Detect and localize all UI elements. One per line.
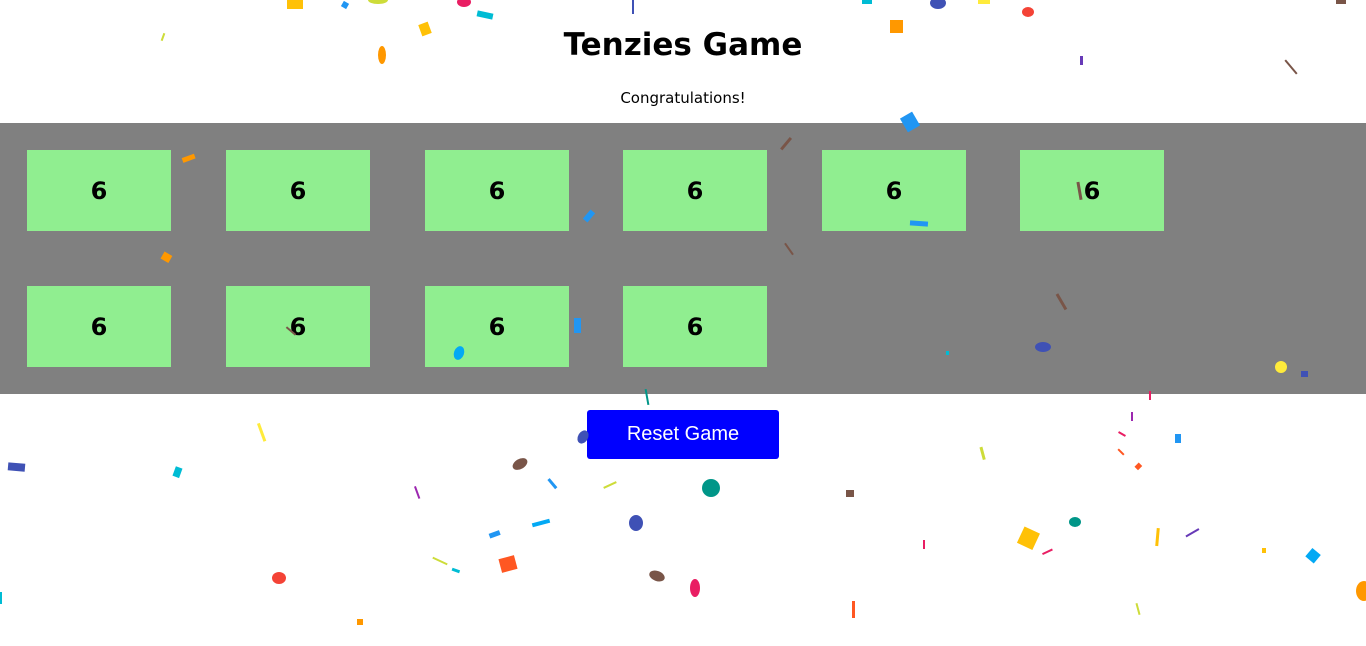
confetti-piece xyxy=(531,518,551,528)
confetti-piece xyxy=(0,592,2,604)
die-7[interactable]: 6 xyxy=(27,286,171,367)
confetti-piece xyxy=(923,540,925,549)
confetti-piece xyxy=(1305,547,1321,564)
confetti-piece xyxy=(979,446,986,461)
confetti-piece xyxy=(1134,462,1143,471)
reset-game-button[interactable]: Reset Game xyxy=(587,410,779,459)
die-9[interactable]: 6 xyxy=(425,286,569,367)
confetti-piece xyxy=(357,619,363,625)
die-5[interactable]: 6 xyxy=(822,150,966,231)
confetti-piece xyxy=(649,570,665,582)
confetti-piece xyxy=(451,567,461,574)
confetti-piece xyxy=(1069,517,1081,527)
confetti-piece xyxy=(603,481,617,489)
confetti-piece xyxy=(368,0,388,4)
confetti-piece xyxy=(432,556,448,566)
confetti-piece xyxy=(1022,7,1034,17)
confetti-piece xyxy=(488,530,501,539)
die-10[interactable]: 6 xyxy=(623,286,767,367)
confetti-piece xyxy=(632,0,634,14)
confetti-piece xyxy=(476,10,494,20)
confetti-piece xyxy=(1175,434,1181,443)
die-3[interactable]: 6 xyxy=(425,150,569,231)
confetti-piece xyxy=(414,486,421,499)
confetti-piece xyxy=(1155,527,1160,547)
confetti-piece xyxy=(547,478,558,490)
confetti-piece xyxy=(1042,548,1053,556)
confetti-piece xyxy=(272,572,286,584)
confetti-piece xyxy=(1131,412,1133,421)
confetti-piece xyxy=(256,422,267,442)
confetti-piece xyxy=(1135,602,1141,616)
die-2[interactable]: 6 xyxy=(226,150,370,231)
confetti-piece xyxy=(1356,581,1366,601)
confetti-piece xyxy=(978,0,990,4)
confetti-piece xyxy=(930,0,946,9)
confetti-piece xyxy=(340,0,350,10)
confetti-piece xyxy=(287,0,303,9)
confetti-piece xyxy=(629,515,643,531)
confetti-piece xyxy=(172,466,183,479)
confetti-piece xyxy=(512,458,528,470)
die-6[interactable]: 6 xyxy=(1020,150,1164,231)
confetti-piece xyxy=(1262,548,1266,553)
confetti-piece xyxy=(7,462,26,472)
die-1[interactable]: 6 xyxy=(27,150,171,231)
confetti-piece xyxy=(846,490,854,497)
page-title: Tenzies Game xyxy=(563,27,803,63)
dice-board: 6 6 6 6 6 6 6 6 6 6 xyxy=(0,123,1366,394)
win-message: Congratulations! xyxy=(620,89,746,107)
confetti-piece xyxy=(1336,0,1346,4)
confetti-piece xyxy=(1016,526,1040,550)
confetti-piece xyxy=(498,555,518,573)
die-8[interactable]: 6 xyxy=(226,286,370,367)
confetti-piece xyxy=(852,601,855,618)
confetti-piece xyxy=(457,0,471,7)
confetti-piece xyxy=(690,579,700,597)
confetti-piece xyxy=(862,0,872,4)
die-4[interactable]: 6 xyxy=(623,150,767,231)
confetti-piece xyxy=(1185,528,1200,538)
confetti-piece xyxy=(702,479,720,497)
confetti-piece xyxy=(1118,431,1126,437)
confetti-piece xyxy=(1117,448,1125,456)
